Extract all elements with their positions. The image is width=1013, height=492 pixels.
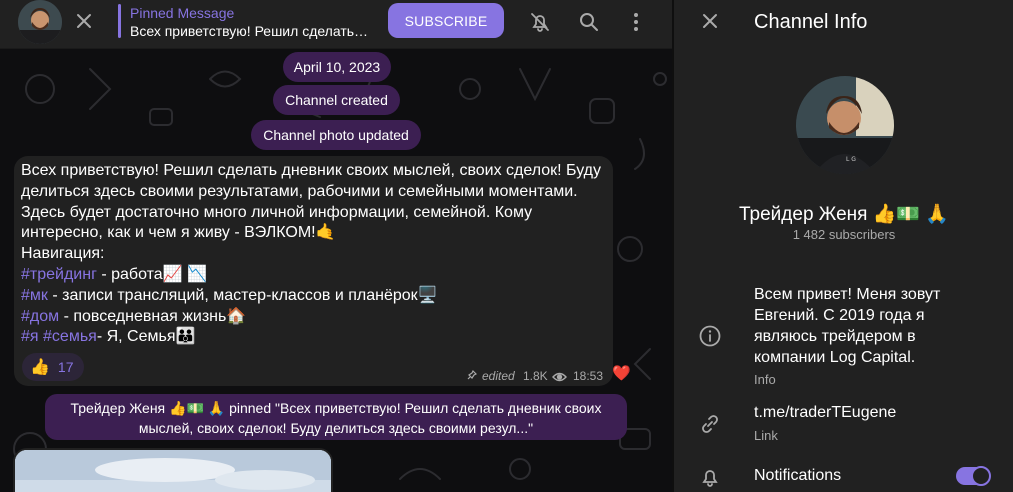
my-reaction-heart[interactable]: ❤️ <box>612 364 631 382</box>
info-icon <box>698 324 722 348</box>
message-bubble[interactable]: Всех приветствую! Решил сделать дневник … <box>14 156 613 386</box>
link-icon <box>698 412 722 436</box>
hashtag-link[interactable]: #трейдинг <box>21 266 97 283</box>
bell-off-icon[interactable] <box>527 9 553 35</box>
link-label: Link <box>754 428 778 443</box>
nav-line: #трейдинг - работа📈 📉 <box>21 265 606 286</box>
channel-description[interactable]: Всем привет! Меня зовут Евгений. С 2019 … <box>754 284 964 368</box>
bell-icon <box>698 465 722 489</box>
nav-line: #мк - записи трансляций, мастер-классов … <box>21 286 606 307</box>
channel-created-pill: Channel created <box>273 85 400 115</box>
message-time: 18:53 <box>573 369 604 383</box>
reaction-count: 17 <box>57 359 74 375</box>
message-line: Здесь будет достаточно много личной инфо… <box>21 203 533 221</box>
pin-icon <box>467 369 478 383</box>
description-label: Info <box>754 372 776 387</box>
view-count: 1.8K <box>523 369 548 383</box>
message-line: интересно, как и чем я живу - ВЭЛКОМ!🤙 <box>21 224 336 242</box>
nav-description: - работа📈 📉 <box>96 265 207 283</box>
message-line: Навигация: <box>21 245 105 263</box>
notifications-toggle[interactable] <box>956 466 991 486</box>
avatar-image: L G <box>796 76 894 174</box>
message-text: Всех приветствую! Решил сделать дневник … <box>21 161 606 348</box>
chat-column: Pinned Message Всех приветствую! Решил с… <box>0 0 672 492</box>
date-pill: April 10, 2023 <box>283 52 391 82</box>
nav-line: #дом - повседневная жизнь🏠 <box>21 307 606 328</box>
search-icon[interactable] <box>576 9 602 35</box>
subscribe-button[interactable]: SUBSCRIBE <box>388 3 504 38</box>
photo-message[interactable] <box>13 448 333 492</box>
photo-image <box>15 450 331 492</box>
channel-avatar-large[interactable]: L G <box>796 76 894 174</box>
channel-link[interactable]: t.me/traderTEugene <box>754 404 896 422</box>
chat-header: Pinned Message Всех приветствую! Решил с… <box>0 0 672 49</box>
channel-info-panel: Channel Info L G Трейдер Женя 👍💵 🙏 1 482… <box>673 0 1013 492</box>
eye-icon <box>552 371 567 385</box>
hashtag-link[interactable]: #мк <box>21 287 48 304</box>
nav-description: - записи трансляций, мастер-классов и пл… <box>47 286 438 304</box>
close-icon[interactable] <box>72 9 96 33</box>
pinned-accent-bar <box>118 4 121 38</box>
channel-avatar-small[interactable] <box>18 0 62 44</box>
pinned-message-title[interactable]: Pinned Message <box>130 5 234 21</box>
svg-text:L G: L G <box>846 156 856 163</box>
message-line: Всех приветствую! Решил сделать дневник … <box>21 162 601 179</box>
message-line: делиться здесь своими результатами, рабо… <box>21 182 578 200</box>
more-vertical-icon[interactable] <box>624 9 648 35</box>
hashtag-link[interactable]: #дом <box>21 308 59 325</box>
panel-title: Channel Info <box>754 11 868 33</box>
notifications-label: Notifications <box>754 467 842 484</box>
nav-description: - Я, Семья👪 <box>96 328 196 346</box>
pinned-message-text[interactable]: Всех приветствую! Решил сделать дневник … <box>130 23 370 39</box>
hashtag-link[interactable]: #я <box>21 328 39 345</box>
nav-line: #я #семья- Я, Семья👪 <box>21 327 606 348</box>
avatar-image <box>18 0 62 44</box>
edited-label: edited <box>482 369 515 383</box>
reaction-button[interactable]: 👍 17 <box>22 353 84 381</box>
pinned-service-message[interactable]: Трейдер Женя 👍💵 🙏 pinned "Всех приветств… <box>45 394 627 440</box>
reaction-emoji: 👍 <box>30 359 50 376</box>
toggle-knob <box>971 466 991 486</box>
nav-description: - повседневная жизнь🏠 <box>59 307 247 325</box>
hashtag-link[interactable]: #семья <box>43 328 97 345</box>
close-icon[interactable] <box>698 9 722 33</box>
subscriber-count: 1 482 subscribers <box>792 227 896 242</box>
channel-photo-updated-pill: Channel photo updated <box>251 120 421 150</box>
channel-name: Трейдер Женя 👍💵 🙏 <box>739 204 949 225</box>
